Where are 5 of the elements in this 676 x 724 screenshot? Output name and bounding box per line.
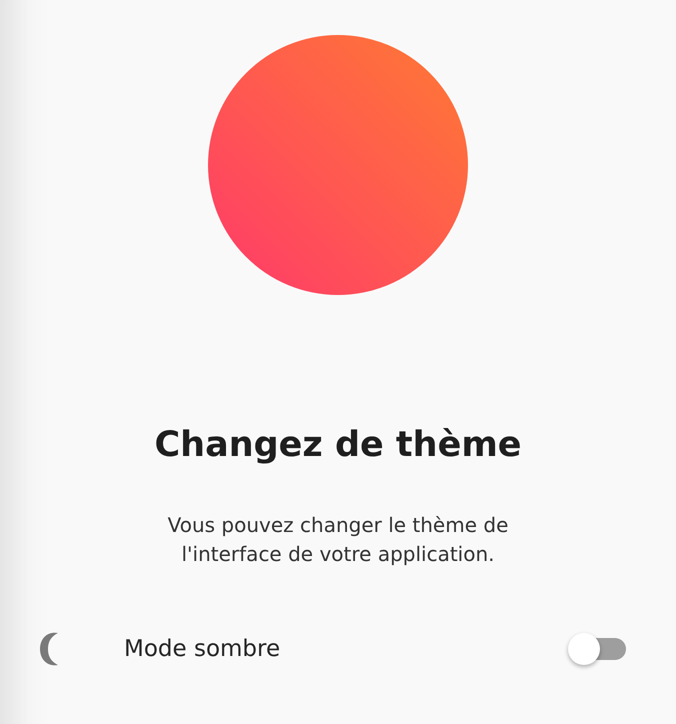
moon-icon (38, 631, 60, 667)
setting-label: Mode sombre (124, 636, 282, 662)
description-text: Vous pouvez changer le thème de l'interface de votre application. (166, 512, 510, 568)
toggle-switch[interactable] (568, 632, 626, 666)
screen-title: Changez de thème (154, 424, 522, 467)
